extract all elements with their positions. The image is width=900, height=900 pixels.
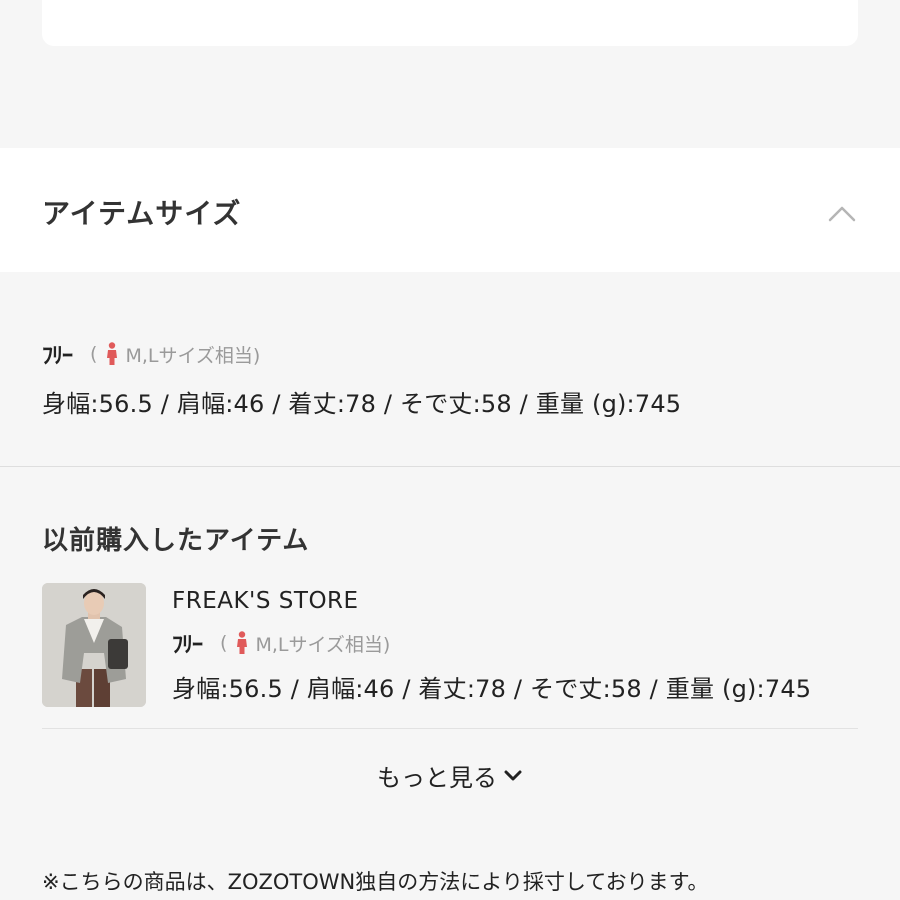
brand-name: FREAK'S STORE	[172, 588, 359, 614]
person-icon	[237, 631, 248, 654]
measurements: 身幅:56.5 / 肩幅:46 / 着丈:78 / そで丈:58 / 重量 (g…	[172, 675, 812, 703]
size-label: ﾌﾘｰ	[42, 344, 73, 369]
divider	[0, 466, 900, 467]
size-line: ﾌﾘｰ ( M,Lサイズ相当)	[42, 338, 862, 370]
person-icon	[107, 342, 118, 365]
divider	[42, 728, 858, 729]
show-more-button[interactable]: もっと見る	[377, 758, 523, 793]
previous-purchase-info: FREAK'S STORE ﾌﾘｰ ( M,Lサイズ相当) 身幅:56.5 / …	[172, 585, 852, 704]
size-label: ﾌﾘｰ	[172, 633, 203, 658]
show-more-label: もっと見る	[377, 764, 497, 792]
item-size-header[interactable]: アイテムサイズ	[0, 148, 900, 272]
measurement-note: ※こちらの商品は、ZOZOTOWN独自の方法により採寸しております。	[42, 870, 709, 894]
previous-purchase-item[interactable]: FREAK'S STORE ﾌﾘｰ ( M,Lサイズ相当) 身幅:56.5 / …	[42, 583, 858, 708]
chevron-up-icon[interactable]	[828, 203, 856, 223]
size-hint-open: (	[90, 343, 98, 365]
size-line: ﾌﾘｰ ( M,Lサイズ相当)	[172, 627, 852, 659]
measurements: 身幅:56.5 / 肩幅:46 / 着丈:78 / そで丈:58 / 重量 (g…	[42, 390, 682, 418]
model-photo	[42, 583, 146, 707]
more-section: もっと見る	[0, 758, 900, 793]
size-hint-text: M,Lサイズ相当)	[255, 633, 391, 656]
previous-purchase-title: 以前購入したアイテム	[42, 526, 310, 556]
size-hint-open: (	[220, 632, 228, 654]
size-block: ﾌﾘｰ ( M,Lサイズ相当) 身幅:56.5 / 肩幅:46 / 着丈:78 …	[42, 338, 862, 419]
size-hint: ( M,Lサイズ相当)	[220, 630, 390, 657]
product-thumbnail[interactable]	[42, 583, 146, 707]
previous-card	[42, 0, 858, 46]
section-title: アイテムサイズ	[42, 197, 242, 230]
size-hint: ( M,Lサイズ相当)	[90, 341, 260, 368]
size-hint-text: M,Lサイズ相当)	[125, 344, 261, 367]
chevron-down-icon	[504, 770, 522, 780]
